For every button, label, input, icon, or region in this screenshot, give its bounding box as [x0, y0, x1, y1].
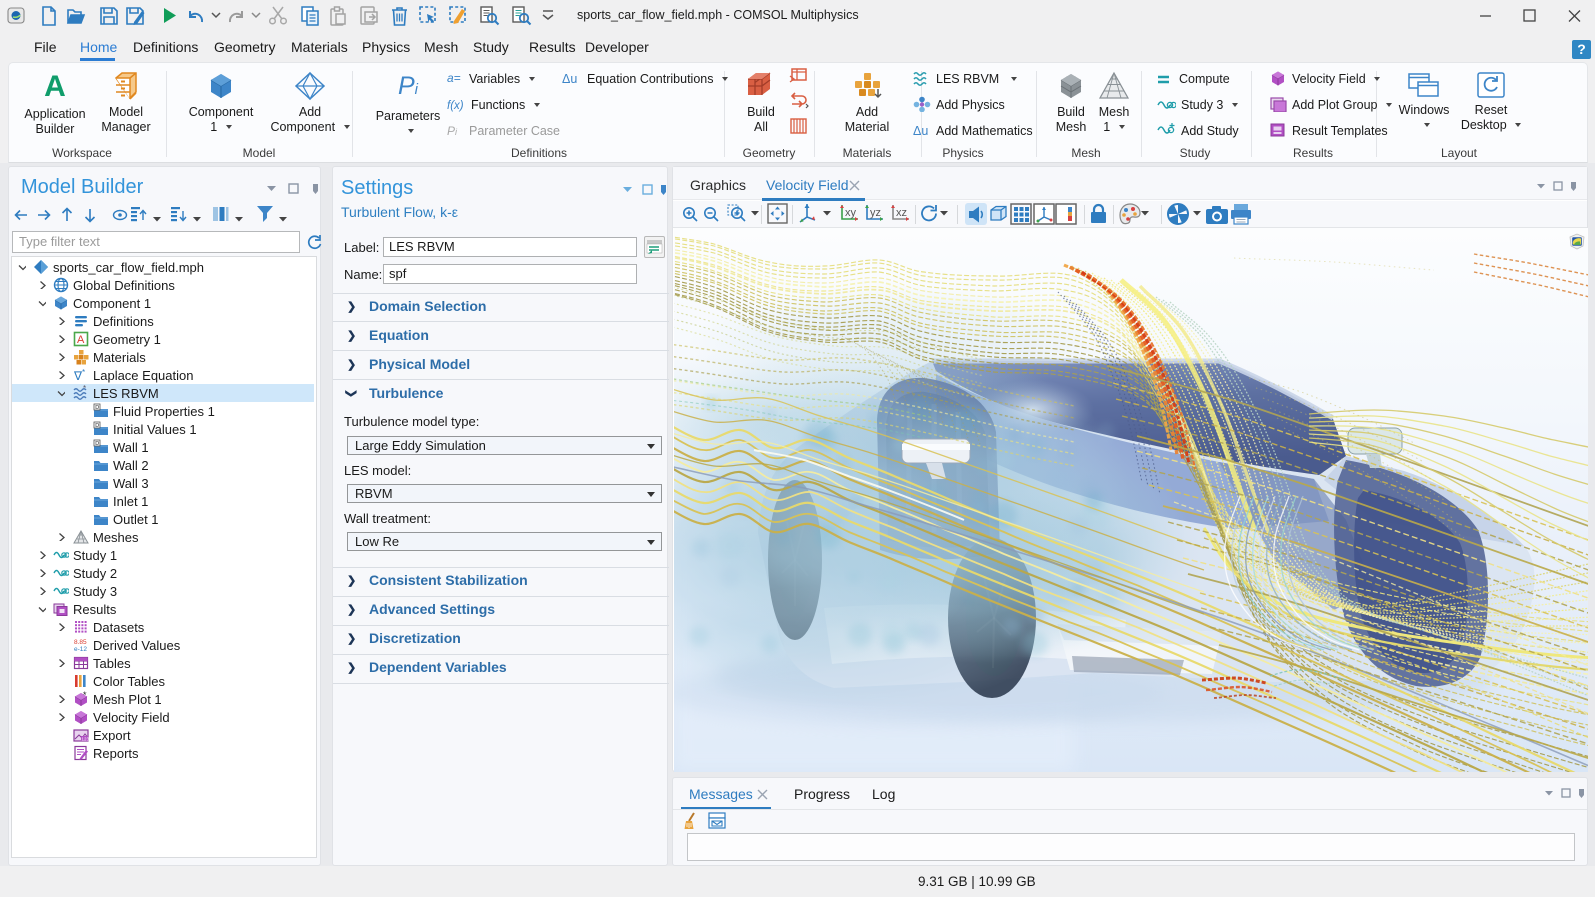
svg-text:yz: yz	[870, 207, 881, 219]
svg-text:8.85: 8.85	[74, 639, 87, 646]
svg-text:A: A	[77, 334, 85, 346]
svg-text:123: 123	[82, 737, 90, 742]
svg-text:Δu: Δu	[913, 124, 928, 138]
svg-text:*: *	[82, 368, 85, 377]
svg-text:D: D	[95, 423, 99, 429]
svg-text:Pi: Pi	[447, 124, 458, 138]
svg-text:e-12: e-12	[74, 646, 87, 653]
svg-text:a=: a=	[447, 72, 461, 85]
svg-text:D: D	[95, 405, 99, 411]
svg-text:*: *	[83, 385, 86, 393]
svg-text:f(x): f(x)	[447, 100, 464, 112]
svg-text:xy: xy	[845, 207, 857, 219]
svg-text:Δu: Δu	[562, 72, 577, 86]
svg-text:D: D	[95, 441, 99, 447]
svg-text:xz: xz	[896, 207, 907, 219]
svg-text:*: *	[83, 691, 87, 700]
